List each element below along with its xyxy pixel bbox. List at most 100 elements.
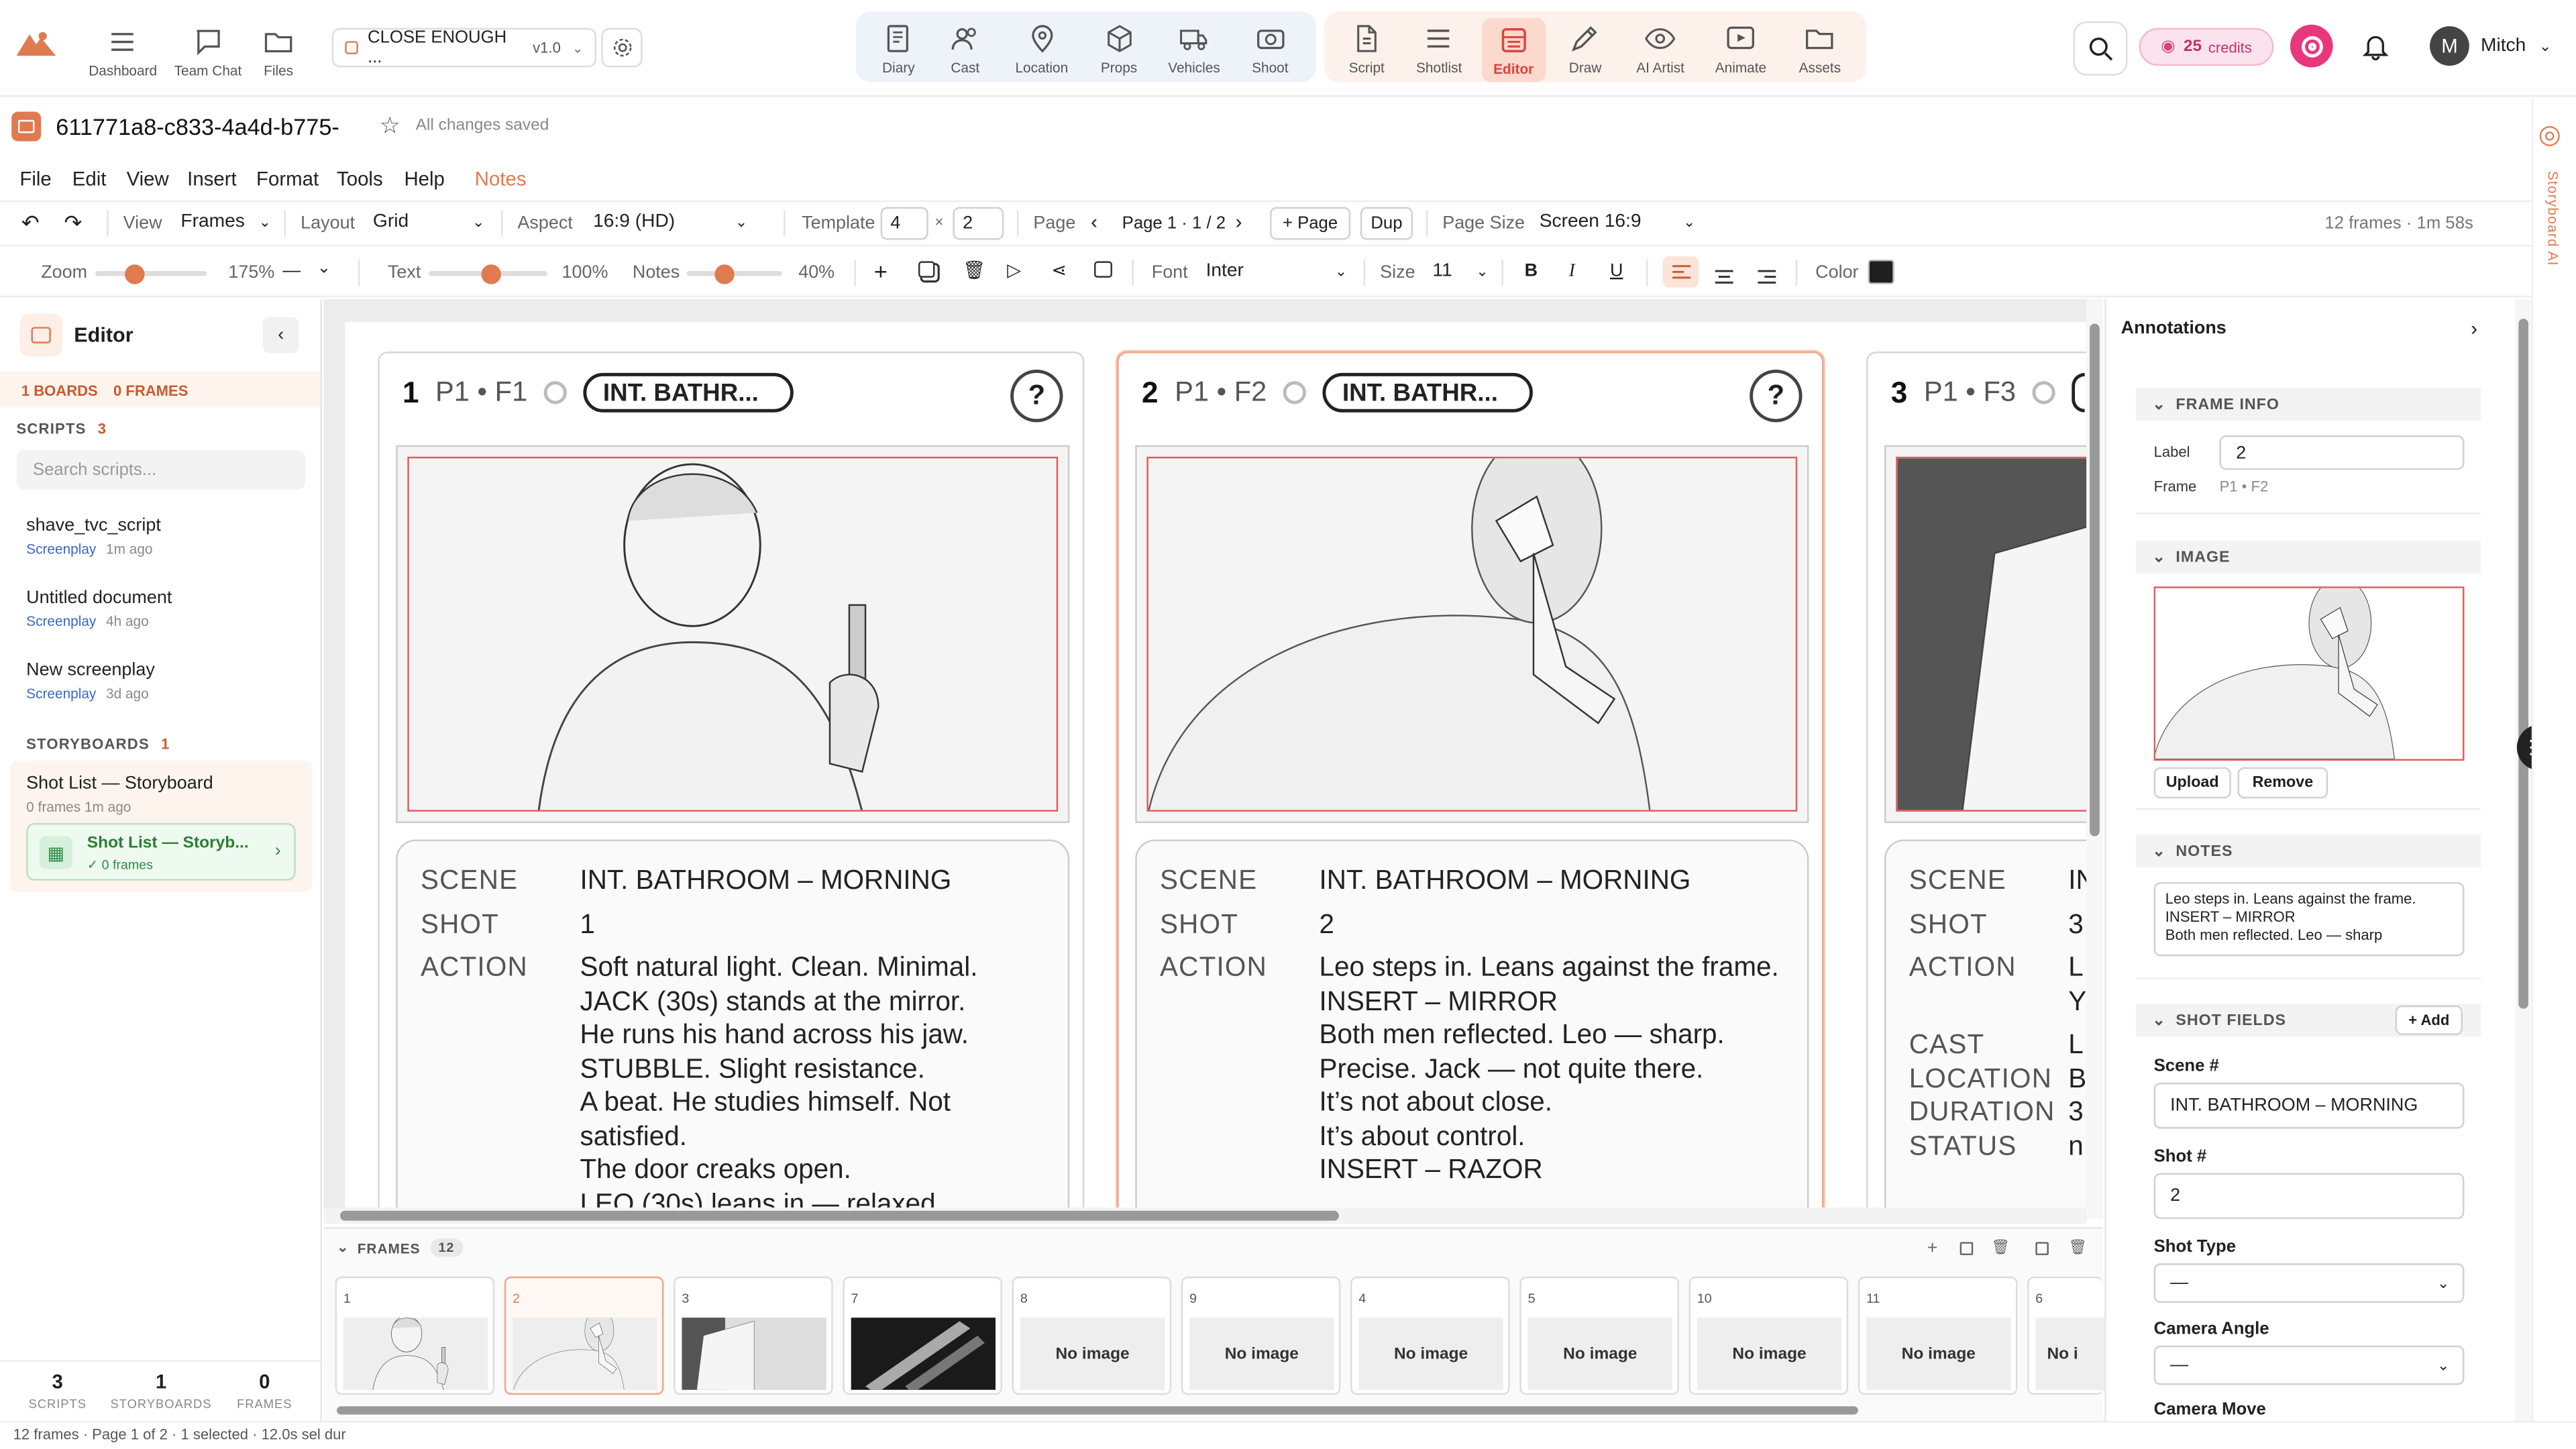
notes-section[interactable]: ⌄ NOTES bbox=[2135, 835, 2481, 868]
script-item[interactable]: shave_tvc_script Screenplay 1m ago bbox=[26, 516, 161, 557]
nav-shotlist[interactable]: Shotlist bbox=[1416, 23, 1462, 76]
prev-page-button[interactable]: ‹ bbox=[1091, 210, 1097, 233]
script-item[interactable]: New screenplay Screenplay 3d ago bbox=[26, 660, 155, 701]
dashboard-nav[interactable]: Dashboard bbox=[89, 26, 157, 79]
nav-animate[interactable]: Animate bbox=[1715, 23, 1766, 76]
nav-props[interactable]: Props bbox=[1101, 23, 1137, 76]
nav-vehicles[interactable]: Vehicles bbox=[1168, 23, 1220, 76]
files-nav[interactable]: Files bbox=[263, 26, 294, 79]
upload-button[interactable]: Upload bbox=[2153, 767, 2231, 799]
strip-copy-icon[interactable] bbox=[1960, 1242, 1974, 1256]
project-settings-button[interactable] bbox=[601, 28, 643, 68]
script-search-input[interactable]: Search scripts... bbox=[16, 450, 306, 490]
frame-image[interactable] bbox=[1884, 445, 2087, 823]
menu-view[interactable]: View bbox=[127, 168, 169, 191]
strip-add-icon[interactable]: + bbox=[1927, 1239, 1938, 1258]
font-select[interactable]: Inter ⌄ bbox=[1206, 261, 1348, 280]
menu-insert[interactable]: Insert bbox=[187, 168, 237, 191]
add-field-button[interactable]: + Add bbox=[2395, 1005, 2463, 1035]
strip-duplicate-icon[interactable] bbox=[2035, 1242, 2049, 1256]
color-swatch[interactable] bbox=[1868, 259, 1894, 284]
notes-textarea[interactable]: Leo steps in. Leans against the frame. I… bbox=[2153, 882, 2465, 957]
target-button[interactable] bbox=[2290, 24, 2333, 68]
underline-button[interactable]: U bbox=[1610, 261, 1623, 280]
page-size-select[interactable]: Screen 16:9 ⌄ bbox=[1540, 212, 1696, 231]
menu-format[interactable]: Format bbox=[256, 168, 319, 191]
undo-button[interactable]: ↶ bbox=[21, 210, 40, 236]
notes-size-slider[interactable] bbox=[686, 264, 782, 284]
project-selector[interactable]: CLOSE ENOUGH ... v1.0 ⌄ bbox=[331, 28, 596, 68]
menu-help[interactable]: Help bbox=[404, 168, 444, 191]
frame-thumbnail[interactable]: 11 No image bbox=[1858, 1276, 2018, 1395]
credits-badge[interactable]: ◉ 25 credits bbox=[2139, 28, 2274, 66]
italic-button[interactable]: I bbox=[1569, 261, 1575, 280]
comment-icon[interactable] bbox=[1094, 261, 1112, 278]
storyboard-ai-icon[interactable]: ◎ bbox=[2538, 118, 2561, 151]
storyboard-chip[interactable]: ▦ Shot List — Storyb... ✓ 0 frames › bbox=[26, 822, 296, 881]
collapse-sidebar-button[interactable]: ‹ bbox=[262, 317, 299, 354]
strip-trash-icon[interactable]: 🗑 bbox=[1991, 1239, 2010, 1257]
scene-pill[interactable]: INT. BATHR... bbox=[583, 372, 794, 413]
scene-number-input[interactable]: INT. BATHROOM – MORNING bbox=[2153, 1082, 2465, 1129]
camera-angle-select[interactable]: — ⌄ bbox=[2153, 1345, 2465, 1385]
frame-thumbnail[interactable]: 9 No image bbox=[1181, 1276, 1341, 1395]
nav-script[interactable]: Script bbox=[1349, 23, 1385, 76]
nav-assets[interactable]: Assets bbox=[1799, 23, 1841, 76]
frame-image[interactable] bbox=[1135, 445, 1809, 823]
storyboard-item[interactable]: Shot List — Storyboard 0 frames 1m ago ▦… bbox=[9, 760, 313, 892]
trash-icon[interactable]: 🗑 bbox=[963, 260, 985, 280]
view-select[interactable]: Frames ⌄ bbox=[180, 212, 271, 231]
horizontal-scrollbar[interactable] bbox=[323, 1208, 2087, 1224]
notifications-button[interactable] bbox=[2361, 32, 2390, 69]
add-page-button[interactable]: + Page bbox=[1270, 207, 1351, 240]
aspect-select[interactable]: 16:9 (HD) ⌄ bbox=[593, 212, 747, 231]
shot-type-select[interactable]: — ⌄ bbox=[2153, 1263, 2465, 1303]
frame-thumbnail[interactable]: 1 bbox=[335, 1276, 495, 1395]
menu-edit[interactable]: Edit bbox=[72, 168, 107, 191]
app-logo[interactable] bbox=[16, 30, 56, 64]
align-left-button[interactable] bbox=[1662, 256, 1699, 288]
share-icon[interactable]: ⋖ bbox=[1051, 260, 1067, 280]
align-center-button[interactable] bbox=[1715, 263, 1733, 292]
frame-thumbnail[interactable]: 8 No image bbox=[1012, 1276, 1172, 1395]
search-button[interactable] bbox=[2073, 21, 2128, 76]
shot-number-input[interactable]: 2 bbox=[2153, 1173, 2465, 1220]
script-item[interactable]: Untitled document Screenplay 4h ago bbox=[26, 588, 172, 629]
help-icon[interactable]: ? bbox=[1010, 370, 1063, 423]
template-cols-input[interactable]: 4 bbox=[880, 207, 928, 240]
vertical-scrollbar[interactable] bbox=[2086, 299, 2103, 1220]
frame-thumbnail[interactable]: 10 No image bbox=[1688, 1276, 1849, 1395]
frame-thumbnail[interactable]: 5 No image bbox=[1519, 1276, 1679, 1395]
frame-card[interactable]: 3P1 • F3SCENEINSHOT3ACTIONL YCASTLLOCATI… bbox=[1866, 352, 2087, 1218]
add-icon[interactable]: + bbox=[874, 258, 888, 284]
team-chat-nav[interactable]: Team Chat bbox=[174, 26, 241, 79]
layout-select[interactable]: Grid ⌄ bbox=[373, 212, 485, 231]
user-menu[interactable]: M Mitch ⌄ bbox=[2430, 26, 2551, 66]
help-icon[interactable]: ? bbox=[1750, 370, 1803, 423]
nav-ai-artist[interactable]: AI Artist bbox=[1636, 23, 1684, 76]
frame-card[interactable]: 2 P1 • F2 INT. BATHR...? SCENE INT. BATHROOM… bbox=[1117, 352, 1824, 1218]
remove-button[interactable]: Remove bbox=[2237, 767, 2328, 799]
image-section[interactable]: ⌄ IMAGE bbox=[2135, 540, 2481, 574]
bold-button[interactable]: B bbox=[1525, 261, 1538, 280]
menu-tools[interactable]: Tools bbox=[337, 168, 383, 191]
star-icon[interactable]: ☆ bbox=[380, 112, 400, 140]
nav-editor[interactable]: Editor bbox=[1481, 17, 1546, 83]
scene-pill[interactable]: INT. BATHR... bbox=[1322, 372, 1534, 413]
frame-thumbnail[interactable]: 7 bbox=[843, 1276, 1002, 1395]
annotations-scrollbar[interactable] bbox=[2515, 299, 2532, 1421]
strip-delete-icon[interactable]: 🗑 bbox=[2068, 1239, 2087, 1257]
next-page-button[interactable]: › bbox=[1236, 210, 1242, 233]
size-select[interactable]: 11 ⌄ bbox=[1433, 261, 1489, 280]
zoom-slider-handle[interactable] bbox=[124, 264, 145, 284]
label-input[interactable]: 2 bbox=[2219, 435, 2465, 470]
frame-thumbnail[interactable]: 6 No i bbox=[2027, 1276, 2105, 1395]
frame-thumbnail[interactable]: 2 bbox=[504, 1276, 664, 1395]
collapse-annotations-button[interactable]: › bbox=[2471, 317, 2477, 340]
copy-icon[interactable] bbox=[918, 261, 935, 278]
frame-card[interactable]: 1 P1 • F1 INT. BATHR...? SCENE INT. BATHROOM… bbox=[378, 352, 1085, 1218]
align-right-button[interactable] bbox=[1758, 263, 1776, 292]
redo-button[interactable]: ↷ bbox=[64, 210, 83, 236]
frame-thumbnail[interactable]: 3 bbox=[674, 1276, 833, 1395]
frame-info-section[interactable]: ⌄ FRAME INFO bbox=[2135, 387, 2481, 421]
